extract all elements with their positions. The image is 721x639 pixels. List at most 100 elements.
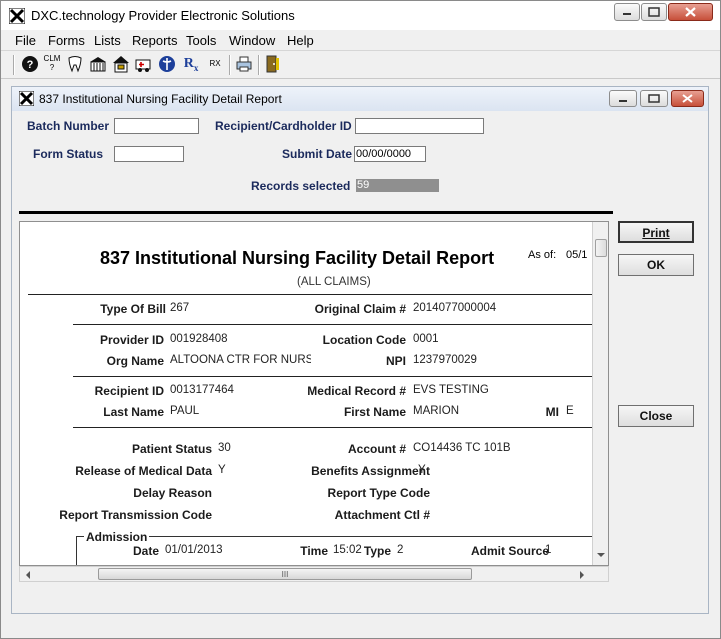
report-viewer: 837 Institutional Nursing Facility Detai…	[19, 221, 609, 566]
npi-value: 1237970029	[413, 354, 477, 366]
mi-value: E	[566, 405, 574, 417]
as-of-label: As of:	[528, 249, 557, 261]
medical-record-value: EVS TESTING	[413, 384, 489, 396]
records-selected-label: Records selected	[251, 179, 351, 193]
scroll-right-arrow-icon[interactable]	[578, 570, 586, 580]
recipient-id-report-label: Recipient ID	[94, 384, 164, 398]
close-window-button[interactable]	[668, 3, 713, 21]
menu-tools[interactable]: Tools	[186, 33, 216, 48]
menu-file[interactable]: File	[15, 33, 36, 48]
type-of-bill-value: 267	[170, 302, 190, 314]
child-title-bar: 837 Institutional Nursing Facility Detai…	[12, 87, 708, 111]
dental-icon[interactable]	[65, 54, 85, 74]
admission-date-label: Date	[132, 544, 159, 558]
maximize-button[interactable]	[641, 3, 667, 21]
patient-status-label: Patient Status	[131, 442, 212, 456]
vertical-scroll-thumb[interactable]	[595, 239, 607, 257]
admit-source-value: 1	[545, 544, 552, 556]
report-divider	[73, 427, 598, 428]
scroll-left-arrow-icon[interactable]	[24, 570, 32, 580]
admission-date-value: 01/01/2013	[165, 544, 223, 556]
horizontal-scrollbar[interactable]: III	[19, 566, 609, 582]
building-icon[interactable]	[88, 54, 108, 74]
last-name-value: PAUL	[170, 405, 200, 417]
report-divider	[73, 376, 598, 377]
medical-record-label: Medical Record #	[307, 384, 406, 398]
type-of-bill-label: Type Of Bill	[100, 302, 166, 316]
release-medical-data-label: Release of Medical Data	[75, 464, 212, 478]
claim-icon[interactable]: CLM?	[42, 54, 62, 74]
app-title: DXC.technology Provider Electronic Solut…	[31, 8, 295, 23]
rx-small-icon[interactable]: RX	[205, 54, 225, 74]
help-icon[interactable]: ?	[20, 54, 40, 74]
provider-id-value: 001928408	[170, 333, 228, 345]
separator-line	[19, 211, 613, 214]
print-button-label: Print	[642, 226, 670, 240]
mi-label: MI	[545, 405, 559, 419]
batch-number-input[interactable]	[114, 118, 199, 134]
admission-type-value: 2	[397, 544, 404, 556]
recipient-id-input[interactable]	[355, 118, 484, 134]
child-app-icon	[19, 91, 34, 106]
npi-label: NPI	[385, 354, 406, 368]
patient-status-value: 30	[218, 442, 231, 454]
benefits-assignment-value: Y	[418, 464, 426, 476]
exit-icon[interactable]	[263, 54, 283, 74]
original-claim-value: 2014077000004	[413, 302, 497, 314]
menu-forms[interactable]: Forms	[48, 33, 85, 48]
close-button[interactable]: Close	[618, 405, 694, 427]
print-button[interactable]: Print	[618, 221, 694, 243]
svg-text:?: ?	[27, 59, 34, 71]
main-window: DXC.technology Provider Electronic Solut…	[0, 0, 721, 639]
menu-help[interactable]: Help	[287, 33, 314, 48]
child-close-button[interactable]	[671, 90, 704, 107]
account-value: CO14436 TC 101B	[413, 442, 511, 454]
provider-id-label: Provider ID	[99, 333, 164, 347]
caduceus-icon[interactable]	[157, 54, 177, 74]
child-minimize-button[interactable]	[609, 90, 637, 107]
location-code-value: 0001	[413, 333, 439, 345]
admit-source-label: Admit Source	[470, 544, 549, 558]
menu-window[interactable]: Window	[229, 33, 275, 48]
report-divider	[73, 324, 598, 325]
original-claim-label: Original Claim #	[314, 302, 406, 316]
house-icon[interactable]	[111, 54, 131, 74]
form-status-input[interactable]	[114, 146, 184, 162]
child-title: 837 Institutional Nursing Facility Detai…	[39, 92, 282, 106]
ambulance-icon[interactable]	[134, 54, 154, 74]
horizontal-scroll-thumb[interactable]: III	[98, 568, 472, 580]
as-of-value: 05/1	[566, 249, 588, 261]
close-button-label: Close	[639, 409, 673, 423]
recipient-id-label: Recipient/Cardholder ID	[215, 119, 352, 133]
title-bar: DXC.technology Provider Electronic Solut…	[1, 1, 720, 30]
location-code-label: Location Code	[322, 333, 406, 347]
report-transmission-label: Report Transmission Code	[59, 508, 212, 522]
form-status-label: Form Status	[33, 147, 104, 161]
admission-type-label: Type	[363, 544, 391, 558]
release-medical-data-value: Y	[218, 464, 226, 476]
benefits-assignment-label: Benefits Assignment	[311, 464, 430, 478]
report-title: 837 Institutional Nursing Facility Detai…	[100, 248, 495, 268]
recipient-id-report-value: 0013177464	[170, 384, 234, 396]
attachment-ctl-label: Attachment Ctl #	[334, 508, 430, 522]
report-subtitle: (ALL CLAIMS)	[297, 276, 371, 288]
admission-time-label: Time	[300, 544, 328, 558]
rx-icon[interactable]: Rx	[181, 54, 201, 74]
scroll-down-arrow-icon[interactable]	[596, 551, 606, 559]
account-label: Account #	[347, 442, 406, 456]
rx-icon-label: R	[183, 56, 194, 71]
child-maximize-button[interactable]	[640, 90, 668, 107]
vertical-scrollbar[interactable]	[592, 222, 608, 565]
admission-label: Admission	[84, 530, 150, 544]
submit-date-input[interactable]	[354, 146, 426, 162]
app-icon	[9, 8, 25, 24]
minimize-button[interactable]	[614, 3, 640, 21]
menu-reports[interactable]: Reports	[132, 33, 178, 48]
first-name-label: First Name	[343, 405, 406, 419]
last-name-label: Last Name	[103, 405, 164, 419]
toolbar: ? CLM? Rx RX	[1, 51, 720, 79]
ok-button[interactable]: OK	[618, 254, 694, 276]
menu-lists[interactable]: Lists	[94, 33, 121, 48]
print-icon[interactable]	[234, 54, 254, 74]
admission-time-value: 15:02	[333, 544, 362, 556]
